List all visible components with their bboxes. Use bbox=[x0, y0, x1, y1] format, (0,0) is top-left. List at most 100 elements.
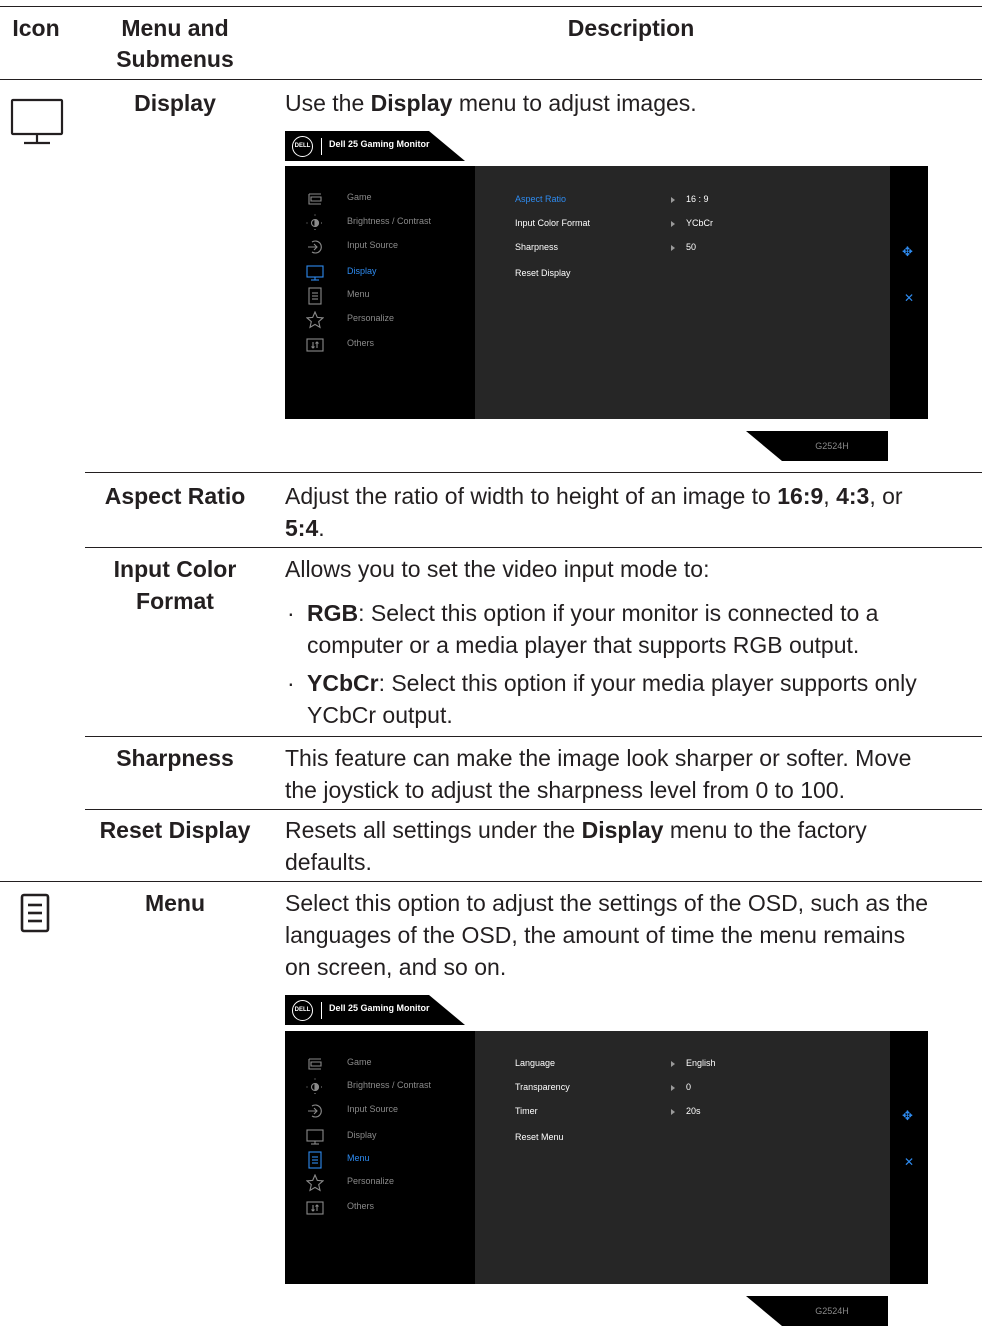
input-source-icon bbox=[306, 1102, 324, 1120]
aspect-ratio-description: Adjust the ratio of width to height of a… bbox=[285, 483, 903, 541]
osd-menu-personalize[interactable]: Personalize bbox=[285, 1172, 475, 1194]
osd-sub-sharpness[interactable]: Sharpness bbox=[515, 242, 558, 252]
osd-menu-brightness[interactable]: Brightness / Contrast bbox=[285, 1076, 475, 1098]
osd-menu-label: Input Source bbox=[347, 1104, 399, 1114]
close-icon[interactable]: ✕ bbox=[904, 291, 914, 305]
game-icon bbox=[306, 190, 324, 208]
arrow-right-icon bbox=[671, 197, 675, 203]
model-badge: G2524H bbox=[746, 431, 888, 461]
osd-value: English bbox=[686, 1058, 716, 1068]
menu-icon bbox=[306, 287, 324, 305]
row-rule bbox=[85, 472, 982, 473]
osd-menu-label: Menu bbox=[347, 1153, 370, 1163]
arrow-right-icon bbox=[671, 1109, 675, 1115]
model-badge: G2524H bbox=[746, 1296, 888, 1326]
osd-menu-others[interactable]: Others bbox=[285, 1197, 475, 1219]
header-menu-line2: Submenus bbox=[116, 46, 234, 72]
osd-menu-label: Menu bbox=[347, 289, 370, 299]
input-color-format-label: Input Color Format bbox=[113, 556, 237, 614]
arrow-right-icon bbox=[671, 1061, 675, 1067]
osd-submenu-panel: Aspect Ratio 16 : 9 Input Color Format Y… bbox=[475, 166, 890, 419]
osd-value: 16 : 9 bbox=[686, 194, 709, 204]
osd-title: Dell 25 Gaming Monitor bbox=[329, 139, 430, 149]
reset-display-label: Reset Display bbox=[99, 817, 251, 843]
input-source-icon bbox=[306, 238, 324, 256]
osd-value: 0 bbox=[686, 1082, 692, 1092]
osd-menu-display[interactable]: Display bbox=[285, 262, 475, 284]
osd-sub-reset-display[interactable]: Reset Display bbox=[515, 268, 571, 278]
dell-logo: DELL bbox=[292, 136, 313, 157]
osd-menu-label: Personalize bbox=[347, 1176, 395, 1186]
joystick-icon: ✥ bbox=[902, 1108, 913, 1123]
osd-menu-game[interactable]: Game bbox=[285, 1053, 475, 1075]
display-icon bbox=[306, 264, 324, 282]
osd-sub-aspect-ratio[interactable]: Aspect Ratio bbox=[515, 194, 566, 204]
osd-value: 20s bbox=[686, 1106, 701, 1116]
osd-menu-personalize[interactable]: Personalize bbox=[285, 309, 475, 331]
osd-menu-game[interactable]: Game bbox=[285, 188, 475, 210]
brightness-icon bbox=[306, 1078, 324, 1096]
menu-description: Select this option to adjust the setting… bbox=[285, 890, 929, 980]
osd-sub-input-color-format[interactable]: Input Color Format bbox=[515, 218, 590, 228]
arrow-right-icon bbox=[671, 245, 675, 251]
close-icon[interactable]: ✕ bbox=[904, 1155, 914, 1169]
osd-sub-language[interactable]: Language bbox=[515, 1058, 555, 1068]
header-menu-line1: Menu and bbox=[121, 15, 229, 41]
osd-menu-input-source[interactable]: Input Source bbox=[285, 1100, 475, 1122]
sharpness-description: This feature can make the image look sha… bbox=[285, 745, 912, 803]
dell-logo: DELL bbox=[292, 1000, 313, 1021]
menu-icon bbox=[20, 893, 50, 938]
table-top-rule bbox=[0, 6, 982, 7]
osd-sub-transparency[interactable]: Transparency bbox=[515, 1082, 570, 1092]
row-rule bbox=[85, 736, 982, 737]
osd-menu-menu[interactable]: Menu bbox=[285, 285, 475, 307]
osd-menu-brightness[interactable]: Brightness / Contrast bbox=[285, 212, 475, 234]
osd-panel: Game Brightness / Contrast Input Source … bbox=[285, 1031, 928, 1284]
osd-sub-timer[interactable]: Timer bbox=[515, 1106, 538, 1116]
aspect-ratio-label: Aspect Ratio bbox=[104, 483, 246, 509]
display-label: Display bbox=[134, 90, 216, 116]
osd-menu-others[interactable]: Others bbox=[285, 334, 475, 356]
section-rule bbox=[0, 881, 982, 882]
star-icon bbox=[306, 311, 324, 329]
input-color-format-intro: Allows you to set the video input mode t… bbox=[285, 556, 710, 582]
osd-menu-label: Brightness / Contrast bbox=[347, 216, 432, 226]
monitor-icon bbox=[10, 98, 64, 151]
arrow-right-icon bbox=[671, 221, 675, 227]
joystick-icon: ✥ bbox=[902, 244, 913, 259]
others-icon bbox=[306, 1199, 324, 1217]
row-rule bbox=[85, 547, 982, 548]
display-icon bbox=[306, 1128, 324, 1146]
osd-menu-input-source[interactable]: Input Source bbox=[285, 236, 475, 258]
osd-menu-label: Game bbox=[347, 192, 372, 202]
osd-header-separator bbox=[321, 1002, 322, 1019]
osd-submenu-panel: Language English Transparency 0 Timer 20… bbox=[475, 1031, 890, 1284]
header-rule bbox=[0, 79, 982, 80]
row-rule bbox=[85, 809, 982, 810]
arrow-right-icon bbox=[671, 1085, 675, 1091]
osd-value: 50 bbox=[686, 242, 697, 252]
osd-sub-reset-menu[interactable]: Reset Menu bbox=[515, 1132, 564, 1142]
osd-header: DELL Dell 25 Gaming Monitor bbox=[285, 131, 465, 161]
sharpness-label: Sharpness bbox=[116, 745, 234, 771]
osd-menu-menu[interactable]: Menu bbox=[285, 1149, 475, 1171]
others-icon bbox=[306, 336, 324, 354]
osd-menu-label: Display bbox=[347, 266, 377, 276]
osd-title: Dell 25 Gaming Monitor bbox=[329, 1003, 430, 1013]
osd-menu-display[interactable]: Display bbox=[285, 1126, 475, 1148]
display-description: Use the Display menu to adjust images. bbox=[285, 90, 697, 116]
reset-display-description: Resets all settings under the Display me… bbox=[285, 817, 867, 875]
menu-icon bbox=[306, 1151, 324, 1169]
osd-header: DELL Dell 25 Gaming Monitor bbox=[285, 995, 465, 1025]
osd-menu-label: Personalize bbox=[347, 313, 395, 323]
osd-menu-label: Game bbox=[347, 1057, 372, 1067]
osd-menu-label: Brightness / Contrast bbox=[347, 1080, 432, 1090]
osd-menu-label: Others bbox=[347, 338, 375, 348]
header-icon: Icon bbox=[12, 15, 60, 41]
bullet-icon: · bbox=[287, 670, 295, 696]
osd-value: YCbCr bbox=[686, 218, 714, 228]
osd-menu-label: Input Source bbox=[347, 240, 399, 250]
header-menu: Menu and Submenus bbox=[85, 13, 265, 75]
rgb-option-description: RGB: Select this option if your monitor … bbox=[307, 600, 879, 658]
osd-menu-label: Others bbox=[347, 1201, 375, 1211]
